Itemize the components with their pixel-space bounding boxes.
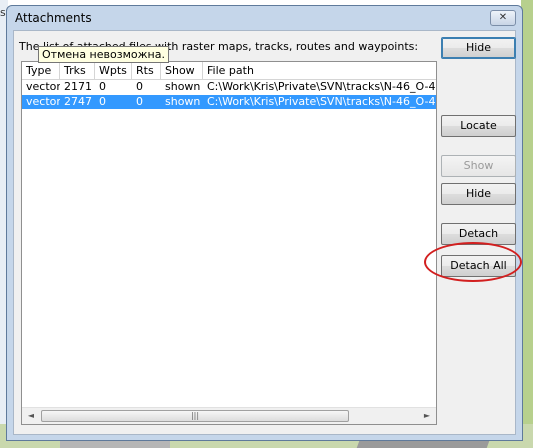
cell-type: vector xyxy=(26,80,60,93)
cell-show: shown xyxy=(165,95,201,108)
hide-button[interactable]: Hide xyxy=(441,183,516,205)
cell-file-path: C:\Work\Kris\Private\SVN\tracks\N-46_O-4… xyxy=(207,95,437,108)
scrollbar-thumb[interactable]: ||| xyxy=(41,410,349,422)
cell-type: vector xyxy=(26,95,60,108)
locate-button[interactable]: Locate xyxy=(441,115,516,137)
column-header-type[interactable]: Type xyxy=(22,62,60,79)
cell-rts: 0 xyxy=(136,80,143,93)
cell-file-path: C:\Work\Kris\Private\SVN\tracks\N-46_O-4… xyxy=(207,80,437,93)
column-header-file-path[interactable]: File path xyxy=(203,62,436,79)
scrollbar-grip-icon: ||| xyxy=(190,411,200,420)
table-row-selected[interactable]: vector 2747 0 0 shown C:\Work\Kris\Priva… xyxy=(22,95,436,109)
highlight-annotation-oval xyxy=(424,242,522,282)
attachments-dialog: Attachments ✕ The list of attached files… xyxy=(6,5,523,441)
cell-trks: 2171 xyxy=(64,80,92,93)
hide-dialog-button[interactable]: Hide xyxy=(441,37,516,59)
title-bar[interactable]: Attachments ✕ xyxy=(7,6,522,30)
column-header-trks[interactable]: Trks xyxy=(60,62,95,79)
cell-wpts: 0 xyxy=(99,95,106,108)
column-header-show[interactable]: Show xyxy=(161,62,203,79)
list-header: Type Trks Wpts Rts Show File path xyxy=(22,62,436,80)
close-button[interactable]: ✕ xyxy=(490,10,516,26)
dialog-client-area: The list of attached files with raster m… xyxy=(13,30,516,435)
scroll-right-icon[interactable]: ► xyxy=(421,410,433,422)
close-icon: ✕ xyxy=(498,12,508,23)
column-header-wpts[interactable]: Wpts xyxy=(95,62,132,79)
scroll-left-icon[interactable]: ◄ xyxy=(25,410,37,422)
dialog-title: Attachments xyxy=(15,11,92,25)
column-header-rts[interactable]: Rts xyxy=(132,62,161,79)
attachments-list[interactable]: Type Trks Wpts Rts Show File path vector… xyxy=(21,61,437,425)
cell-trks: 2747 xyxy=(64,95,92,108)
cell-rts: 0 xyxy=(136,95,143,108)
cell-show: shown xyxy=(165,80,201,93)
horizontal-scrollbar[interactable]: ◄ ||| ► xyxy=(22,407,436,424)
tooltip: Отмена невозможна. xyxy=(38,46,169,63)
show-button: Show xyxy=(441,155,516,177)
cell-wpts: 0 xyxy=(99,80,106,93)
table-row[interactable]: vector 2171 0 0 shown C:\Work\Kris\Priva… xyxy=(22,80,436,94)
